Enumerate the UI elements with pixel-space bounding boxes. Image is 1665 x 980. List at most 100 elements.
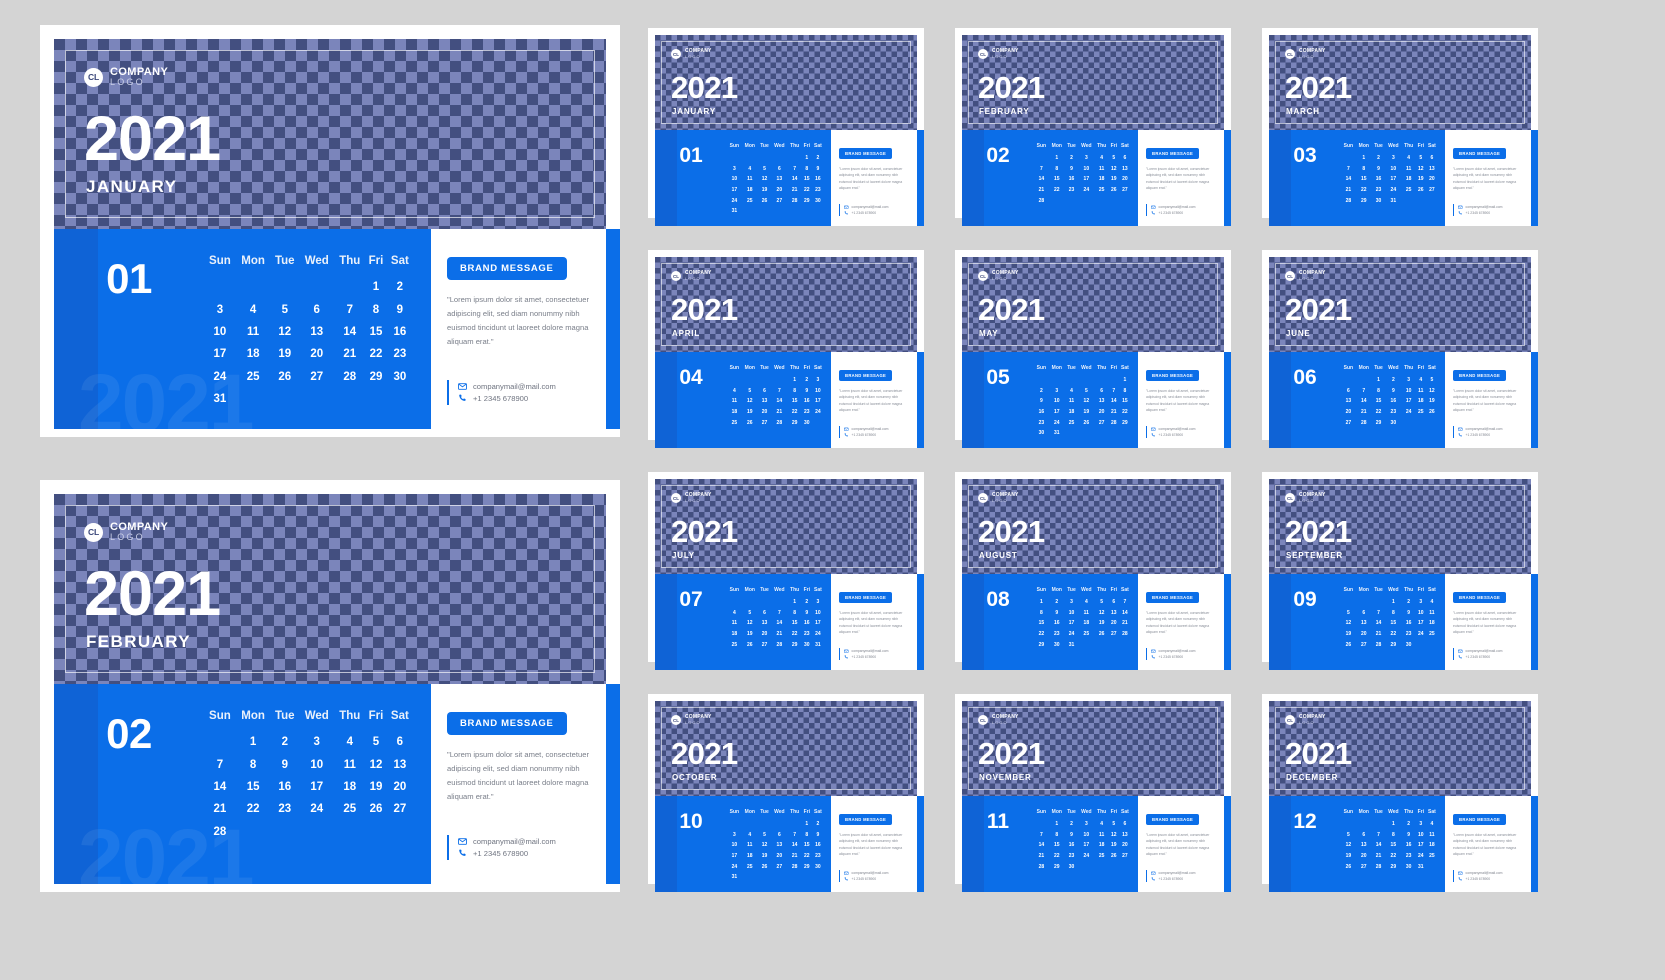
- calendar-day-cell[interactable]: 25: [1402, 185, 1416, 196]
- calendar-day-cell[interactable]: 14: [771, 396, 787, 407]
- calendar-day-cell[interactable]: 16: [802, 618, 812, 629]
- calendar-day-cell[interactable]: 30: [812, 861, 824, 872]
- calendar-day-cell[interactable]: 30: [802, 639, 812, 650]
- brand-message-button[interactable]: BRAND MESSAGE: [1146, 148, 1200, 159]
- calendar-day-cell[interactable]: 18: [1416, 396, 1426, 407]
- brand-message-button[interactable]: BRAND MESSAGE: [839, 370, 893, 381]
- calendar-day-cell[interactable]: 30: [1402, 639, 1416, 650]
- calendar-day-cell[interactable]: 1: [1356, 153, 1372, 164]
- calendar-day-cell[interactable]: 7: [1372, 608, 1385, 619]
- calendar-day-cell[interactable]: 1: [1385, 597, 1401, 608]
- calendar-day-cell[interactable]: 7: [1034, 164, 1049, 175]
- calendar-day-cell[interactable]: 13: [1341, 396, 1356, 407]
- calendar-day-cell[interactable]: 24: [1078, 185, 1094, 196]
- calendar-day-cell[interactable]: 22: [236, 798, 271, 820]
- calendar-day-cell[interactable]: 23: [1385, 407, 1401, 418]
- calendar-day-cell[interactable]: 2: [1402, 597, 1416, 608]
- calendar-day-cell[interactable]: 15: [788, 618, 802, 629]
- calendar-day-cell[interactable]: 14: [1372, 618, 1385, 629]
- calendar-day-cell[interactable]: 5: [1095, 597, 1109, 608]
- calendar-day-cell[interactable]: 22: [802, 851, 812, 862]
- calendar-day-cell[interactable]: 13: [1426, 164, 1438, 175]
- calendar-day-cell[interactable]: 20: [1119, 840, 1131, 851]
- calendar-day-cell[interactable]: 29: [802, 861, 812, 872]
- calendar-day-cell[interactable]: 29: [1356, 195, 1372, 206]
- calendar-day-cell[interactable]: 26: [742, 417, 758, 428]
- calendar-day-cell[interactable]: 19: [1109, 174, 1119, 185]
- calendar-day-cell[interactable]: 18: [727, 407, 742, 418]
- calendar-day-cell[interactable]: 16: [1402, 840, 1416, 851]
- calendar-day-cell[interactable]: 31: [1065, 639, 1078, 650]
- calendar-day-cell[interactable]: 6: [387, 731, 413, 753]
- calendar-day-cell[interactable]: 25: [334, 798, 365, 820]
- calendar-day-cell[interactable]: 5: [1416, 153, 1426, 164]
- contact-email-row[interactable]: companymail@mail.com: [1458, 205, 1502, 210]
- calendar-day-cell[interactable]: 6: [1341, 386, 1356, 397]
- calendar-day-cell[interactable]: 23: [812, 185, 824, 196]
- calendar-day-cell[interactable]: 9: [1065, 830, 1078, 841]
- calendar-day-cell[interactable]: 1: [1049, 153, 1065, 164]
- contact-phone-row[interactable]: +1 2345 678900: [1458, 655, 1502, 660]
- calendar-day-cell[interactable]: 25: [236, 366, 271, 388]
- calendar-day-cell[interactable]: 30: [1372, 195, 1385, 206]
- calendar-day-cell[interactable]: 22: [1049, 851, 1065, 862]
- calendar-day-cell[interactable]: 26: [270, 366, 299, 388]
- calendar-day-cell[interactable]: 27: [758, 417, 771, 428]
- calendar-day-cell[interactable]: 13: [1119, 164, 1131, 175]
- calendar-day-cell[interactable]: 3: [204, 298, 236, 320]
- calendar-day-cell[interactable]: 19: [1109, 840, 1119, 851]
- calendar-day-cell[interactable]: 26: [1426, 407, 1438, 418]
- calendar-day-cell[interactable]: 28: [1119, 629, 1131, 640]
- calendar-day-cell[interactable]: 1: [1049, 819, 1065, 830]
- calendar-day-cell[interactable]: 9: [387, 298, 413, 320]
- calendar-day-cell[interactable]: 26: [1109, 851, 1119, 862]
- calendar-day-cell[interactable]: 8: [236, 753, 271, 775]
- calendar-day-cell[interactable]: 14: [334, 321, 365, 343]
- calendar-day-cell[interactable]: 5: [1341, 830, 1356, 841]
- contact-phone-row[interactable]: +1 2345 678900: [1458, 433, 1502, 438]
- calendar-day-cell[interactable]: 25: [1426, 851, 1438, 862]
- calendar-day-cell[interactable]: 19: [758, 851, 771, 862]
- calendar-day-cell[interactable]: 5: [270, 298, 299, 320]
- calendar-day-cell[interactable]: 2: [812, 819, 824, 830]
- calendar-day-cell[interactable]: 8: [1372, 386, 1385, 397]
- calendar-day-cell[interactable]: 14: [1372, 840, 1385, 851]
- calendar-day-cell[interactable]: 11: [1078, 608, 1094, 619]
- calendar-day-cell[interactable]: 27: [1095, 417, 1109, 428]
- calendar-day-cell[interactable]: 5: [1341, 608, 1356, 619]
- contact-email-row[interactable]: companymail@mail.com: [844, 649, 888, 654]
- calendar-day-cell[interactable]: 14: [771, 618, 787, 629]
- calendar-day-cell[interactable]: 3: [727, 830, 742, 841]
- calendar-day-cell[interactable]: 26: [742, 639, 758, 650]
- calendar-day-cell[interactable]: 3: [1416, 597, 1426, 608]
- calendar-day-cell[interactable]: 27: [1426, 185, 1438, 196]
- calendar-day-cell[interactable]: 15: [1385, 840, 1401, 851]
- contact-phone-row[interactable]: +1 2345 678900: [1151, 211, 1195, 216]
- calendar-day-cell[interactable]: 3: [727, 164, 742, 175]
- calendar-day-cell[interactable]: 5: [742, 386, 758, 397]
- calendar-day-cell[interactable]: 26: [758, 195, 771, 206]
- calendar-day-cell[interactable]: 13: [771, 840, 787, 851]
- calendar-day-cell[interactable]: 21: [1034, 851, 1049, 862]
- calendar-day-cell[interactable]: 6: [1095, 386, 1109, 397]
- calendar-day-cell[interactable]: 6: [758, 608, 771, 619]
- calendar-day-cell[interactable]: 10: [1416, 608, 1426, 619]
- calendar-day-cell[interactable]: 12: [365, 753, 387, 775]
- calendar-day-cell[interactable]: 4: [1078, 597, 1094, 608]
- calendar-day-cell[interactable]: 9: [812, 164, 824, 175]
- calendar-day-cell[interactable]: 22: [1119, 407, 1131, 418]
- calendar-day-cell[interactable]: 2: [802, 597, 812, 608]
- calendar-day-cell[interactable]: 29: [788, 417, 802, 428]
- calendar-day-cell[interactable]: 19: [1341, 851, 1356, 862]
- calendar-day-cell[interactable]: 24: [1416, 851, 1426, 862]
- calendar-day-cell[interactable]: 4: [727, 386, 742, 397]
- calendar-day-cell[interactable]: 1: [788, 375, 802, 386]
- calendar-day-cell[interactable]: 4: [1402, 153, 1416, 164]
- calendar-day-cell[interactable]: 24: [727, 195, 742, 206]
- calendar-day-cell[interactable]: 27: [771, 195, 787, 206]
- calendar-day-cell[interactable]: 31: [727, 206, 742, 217]
- calendar-day-cell[interactable]: 11: [1095, 830, 1109, 841]
- calendar-day-cell[interactable]: 22: [1372, 407, 1385, 418]
- calendar-day-cell[interactable]: 24: [1402, 407, 1416, 418]
- calendar-day-cell[interactable]: 9: [1402, 830, 1416, 841]
